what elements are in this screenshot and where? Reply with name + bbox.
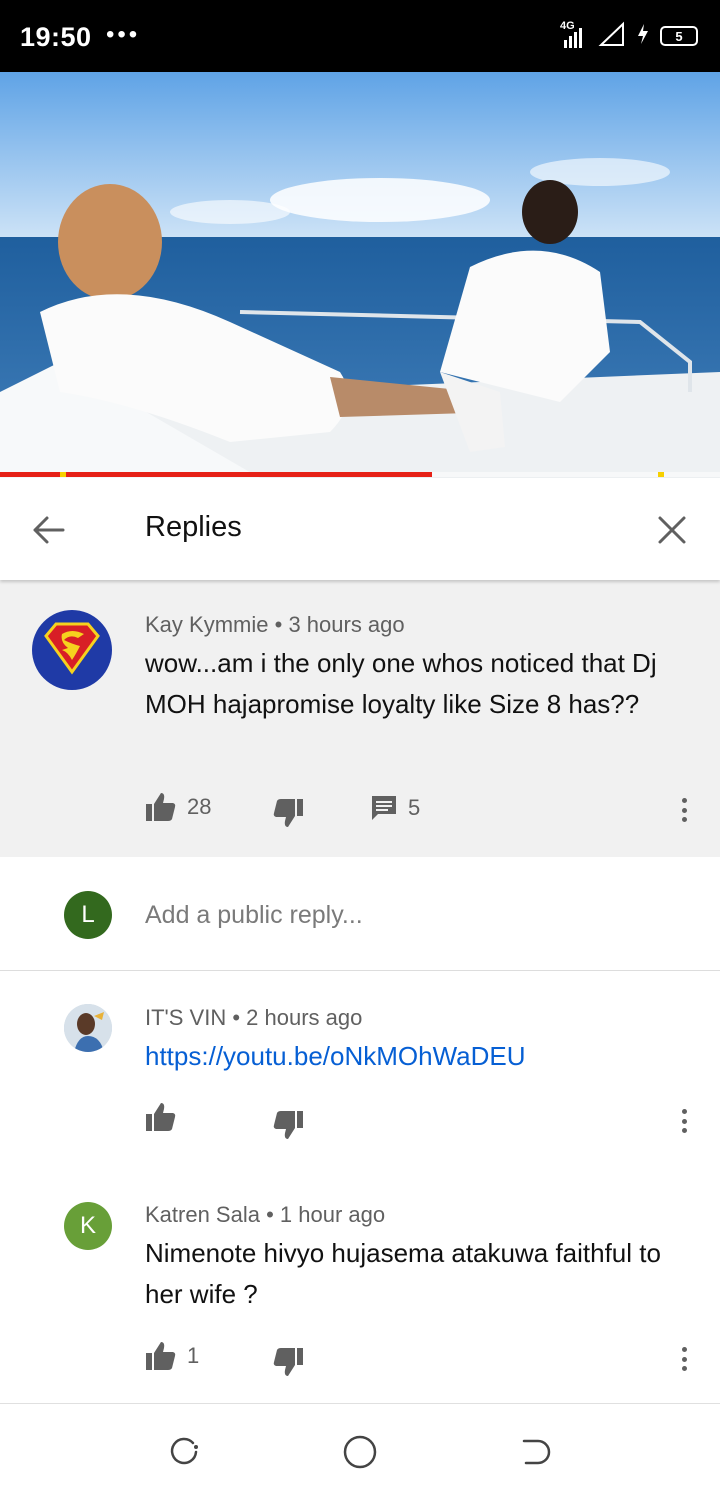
replies-header: Replies bbox=[0, 478, 720, 580]
comment-meta: Kay Kymmie • 3 hours ago bbox=[145, 612, 405, 638]
superman-logo-icon bbox=[44, 622, 100, 675]
back-nav-icon bbox=[522, 1439, 551, 1465]
thumbs-down-icon bbox=[273, 1348, 303, 1376]
thumbs-up-icon bbox=[146, 793, 176, 821]
signal-empty-icon bbox=[598, 21, 626, 52]
reply-count: 5 bbox=[408, 795, 421, 820]
back-nav-button[interactable] bbox=[515, 1432, 555, 1472]
comment-meta: IT'S VIN • 2 hours ago bbox=[145, 1005, 362, 1031]
system-nav-bar bbox=[0, 1403, 720, 1500]
home-button[interactable] bbox=[340, 1432, 380, 1472]
notification-dots-icon: ••• bbox=[106, 21, 141, 48]
more-options-button[interactable] bbox=[676, 794, 692, 826]
comment-icon bbox=[372, 796, 396, 820]
comment-time: 3 hours ago bbox=[288, 612, 405, 637]
charging-icon bbox=[636, 23, 650, 50]
video-progress-bar[interactable] bbox=[0, 472, 720, 477]
avatar[interactable]: K bbox=[64, 1202, 112, 1250]
more-vert-icon bbox=[681, 1109, 687, 1114]
like-button[interactable]: 28 bbox=[145, 792, 211, 822]
add-reply-row[interactable]: L Add a public reply... bbox=[0, 857, 720, 971]
meta-separator: • bbox=[274, 612, 289, 637]
more-vert-icon bbox=[681, 798, 687, 803]
recents-icon bbox=[170, 1437, 198, 1465]
comment-author[interactable]: Kay Kymmie bbox=[145, 612, 268, 637]
ad-marker bbox=[60, 472, 66, 477]
close-icon bbox=[658, 516, 686, 544]
avatar[interactable] bbox=[64, 1004, 112, 1052]
more-vert-icon bbox=[681, 1347, 687, 1352]
arrow-left-icon bbox=[33, 516, 65, 544]
video-player[interactable] bbox=[0, 72, 720, 478]
comment-link[interactable]: https://youtu.be/oNkMOhWaDEU bbox=[145, 1036, 690, 1077]
ad-marker bbox=[658, 472, 664, 477]
more-options-button[interactable] bbox=[676, 1343, 692, 1375]
user-avatar: L bbox=[64, 891, 112, 939]
thumbs-down-icon bbox=[273, 799, 303, 827]
dislike-button[interactable] bbox=[272, 1110, 304, 1140]
thumbs-down-icon bbox=[273, 1111, 303, 1139]
reply-count-button[interactable]: 5 bbox=[370, 794, 420, 822]
status-time: 19:50 bbox=[20, 22, 92, 52]
status-bar: 19:50 ••• 4G 5 bbox=[0, 0, 720, 72]
comment-author[interactable]: Katren Sala bbox=[145, 1202, 260, 1227]
avatar[interactable] bbox=[32, 610, 112, 690]
back-button[interactable] bbox=[26, 508, 70, 552]
thumbs-up-icon bbox=[146, 1342, 176, 1370]
more-options-button[interactable] bbox=[676, 1105, 692, 1137]
like-button[interactable] bbox=[145, 1102, 187, 1132]
like-count: 1 bbox=[187, 1343, 200, 1368]
meta-separator: • bbox=[232, 1005, 247, 1030]
recent-apps-button[interactable] bbox=[164, 1432, 204, 1472]
page-title: Replies bbox=[145, 511, 242, 543]
comment-meta: Katren Sala • 1 hour ago bbox=[145, 1202, 385, 1228]
dislike-button[interactable] bbox=[272, 1347, 304, 1377]
video-frame bbox=[0, 72, 720, 478]
reply-input[interactable]: Add a public reply... bbox=[145, 901, 363, 930]
like-button[interactable]: 1 bbox=[145, 1341, 199, 1371]
thumbs-up-icon bbox=[146, 1103, 176, 1131]
close-button[interactable] bbox=[650, 508, 694, 552]
status-icons: 4G 5 bbox=[560, 20, 698, 52]
signal-4g-icon: 4G bbox=[560, 20, 588, 50]
comment-text: Nimenote hivyo hujasema atakuwa faithful… bbox=[145, 1238, 661, 1309]
profile-photo-icon bbox=[64, 1004, 112, 1052]
comment-time: 2 hours ago bbox=[246, 1005, 363, 1030]
comment-text: wow...am i the only one whos noticed tha… bbox=[145, 648, 657, 719]
parent-comment: Kay Kymmie • 3 hours ago wow...am i the … bbox=[0, 580, 720, 857]
comment-author[interactable]: IT'S VIN bbox=[145, 1005, 226, 1030]
battery-icon: 5 bbox=[660, 26, 698, 46]
home-circle-icon bbox=[343, 1435, 377, 1469]
dislike-button[interactable] bbox=[272, 798, 304, 828]
comment-time: 1 hour ago bbox=[279, 1202, 386, 1227]
meta-separator: • bbox=[266, 1202, 280, 1227]
like-count: 28 bbox=[187, 794, 212, 819]
